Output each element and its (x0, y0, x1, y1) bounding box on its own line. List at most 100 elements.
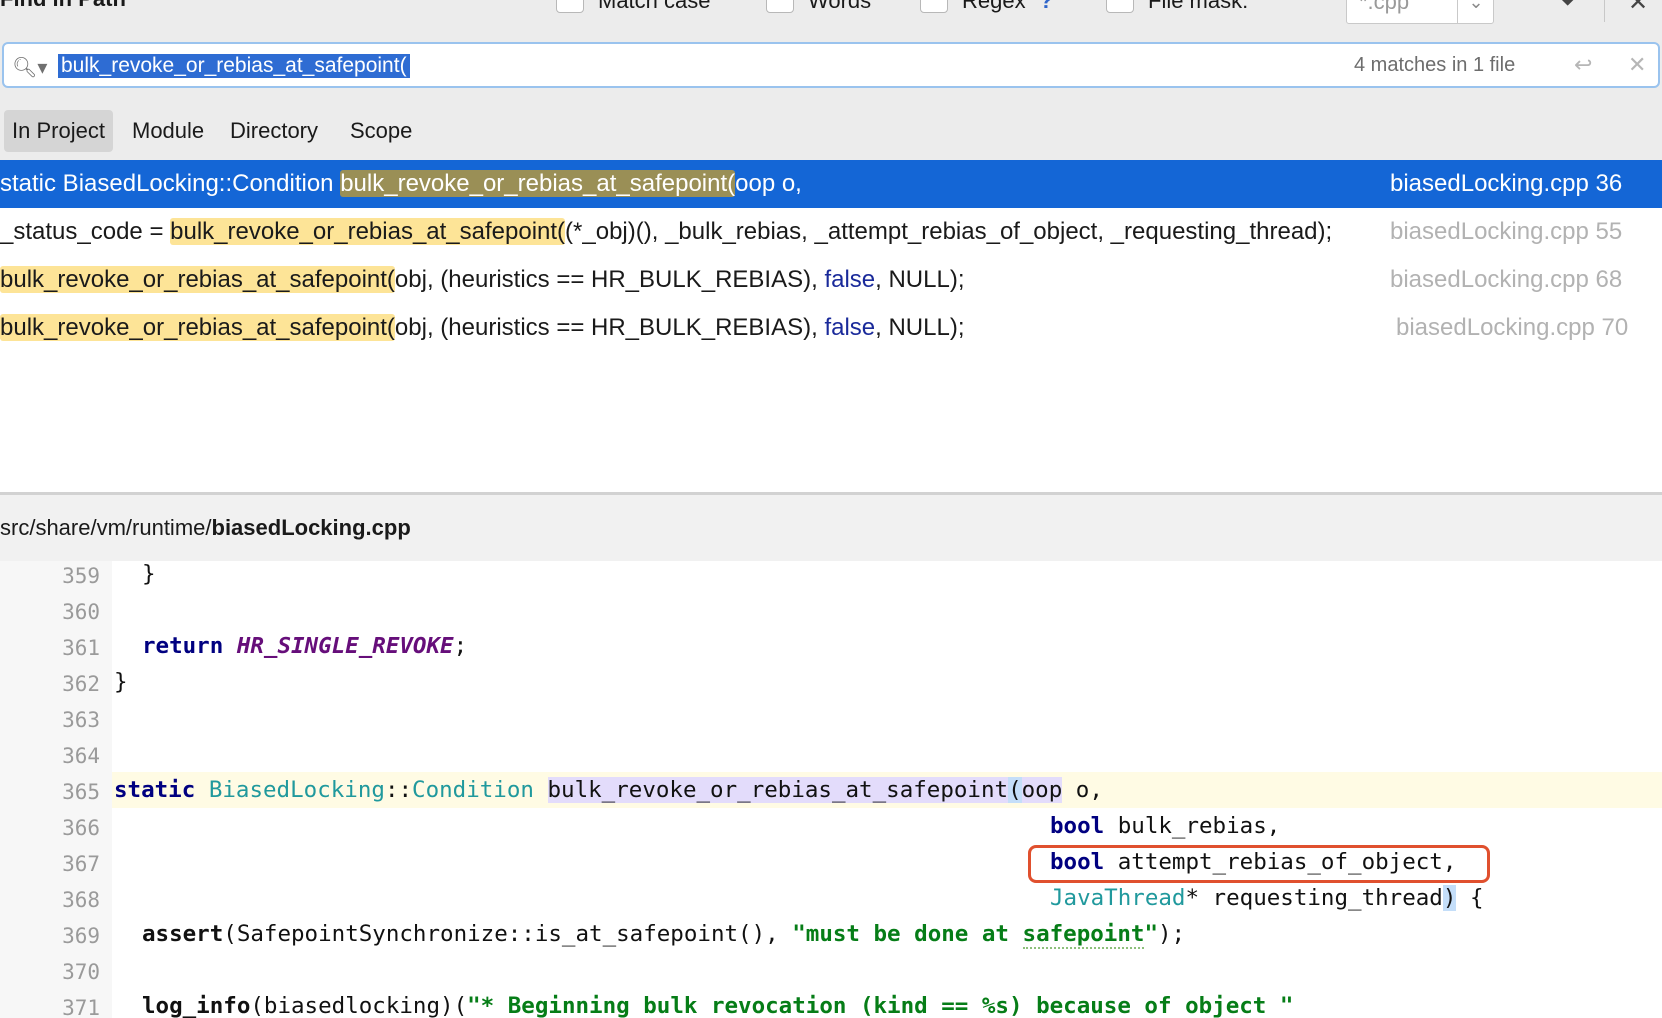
result-row[interactable]: _status_code = bulk_revoke_or_rebias_at_… (0, 208, 1662, 256)
result-prefix: _status_code = (0, 218, 171, 245)
code-token: "must be done at (792, 921, 1023, 947)
words-checkbox[interactable] (766, 0, 794, 13)
new-line-icon[interactable]: ↩ (1574, 52, 1592, 78)
line-number: 362 (62, 672, 100, 696)
result-suffix: obj, (heuristics == HR_BULK_REBIAS), (394, 314, 825, 341)
result-row[interactable]: static BiasedLocking::Condition bulk_rev… (0, 160, 1662, 208)
search-input[interactable]: bulk_revoke_or_rebias_at_safepoint( (58, 54, 410, 78)
result-tail: , NULL); (875, 314, 965, 341)
code-token: "* Beginning bulk revocation (kind == %s… (467, 993, 1294, 1018)
code-line: bool bulk_rebias, (1050, 813, 1280, 839)
code-token: ; (453, 633, 468, 659)
words-option[interactable]: Words (766, 0, 871, 14)
result-match: bulk_revoke_or_rebias_at_safepoint( (340, 170, 736, 197)
result-match: bulk_revoke_or_rebias_at_safepoint( (0, 314, 395, 341)
results-list[interactable]: static BiasedLocking::Condition bulk_rev… (0, 160, 1662, 492)
line-number: 359 (62, 564, 100, 588)
result-keyword: false (824, 314, 876, 341)
line-number: 360 (62, 600, 100, 624)
match-count: 4 matches in 1 file (1354, 54, 1516, 76)
code-token: return (142, 633, 224, 659)
file-mask-checkbox[interactable] (1106, 0, 1134, 13)
code-token: bool (1050, 813, 1105, 839)
result-file: biasedLocking.cpp 55 (1386, 208, 1662, 256)
path-filename: biasedLocking.cpp (211, 515, 411, 540)
code-token: o, (1062, 777, 1103, 803)
preview-file-path: src/share/vm/runtime/biasedLocking.cpp (0, 495, 1662, 561)
regex-label: Regex (962, 0, 1026, 13)
regex-help-link[interactable]: ? (1040, 0, 1053, 14)
line-number: 368 (62, 888, 100, 912)
line-number: 366 (62, 816, 100, 840)
code-token: assert (142, 921, 224, 947)
line-number: 367 (62, 852, 100, 876)
search-icon[interactable]: 🔍︎▾ (12, 55, 47, 80)
code-token: (biasedlocking)( (250, 993, 468, 1018)
file-mask-option[interactable]: File mask: (1106, 0, 1248, 14)
match-case-checkbox[interactable] (556, 0, 584, 13)
result-prefix: static BiasedLocking::Condition (0, 170, 341, 197)
code-token: BiasedLocking (208, 777, 385, 803)
code-line: JavaThread* requesting_thread) { (1050, 885, 1484, 911)
code-token: Condition (412, 777, 534, 803)
code-token: JavaThread (1050, 885, 1186, 911)
result-tail: , NULL); (875, 266, 965, 293)
regex-checkbox[interactable] (920, 0, 948, 13)
words-label: Words (808, 0, 872, 13)
pin-icon[interactable]: ✕ (1628, 0, 1648, 17)
result-keyword: false (824, 266, 876, 293)
result-match: bulk_revoke_or_rebias_at_safepoint( (0, 266, 395, 293)
tab-in-project[interactable]: In Project (4, 110, 113, 152)
path-directory: src/share/vm/runtime/ (0, 515, 212, 540)
line-number: 361 (62, 636, 100, 660)
line-number: 369 (62, 924, 100, 948)
dialog-title: Find in Path (0, 0, 126, 12)
match-case-label: Match case (598, 0, 711, 13)
code-token: bulk_rebias, (1104, 813, 1281, 839)
code-token: log_info (142, 993, 251, 1018)
code-token: ); (1158, 921, 1186, 947)
code-line: assert(SafepointSynchronize::is_at_safep… (142, 921, 1186, 949)
result-row[interactable]: bulk_revoke_or_rebias_at_safepoint(obj, … (0, 304, 1662, 352)
code-token: :: (384, 777, 413, 803)
code-token: " (1144, 921, 1158, 947)
code-token: oop (1021, 777, 1063, 803)
code-token: } (142, 561, 156, 587)
result-file: biasedLocking.cpp 36 (1386, 160, 1662, 208)
code-line: return HR_SINGLE_REVOKE; (142, 633, 467, 659)
tab-module[interactable]: Module (124, 110, 212, 152)
result-row[interactable]: bulk_revoke_or_rebias_at_safepoint(obj, … (0, 256, 1662, 304)
file-mask-value: *.cpp (1359, 0, 1410, 14)
code-line: } (142, 561, 156, 587)
annotation-highlight-box (1028, 845, 1490, 883)
code-token: ) (1442, 885, 1457, 911)
line-number: 363 (62, 708, 100, 732)
line-number: 364 (62, 744, 100, 768)
result-match: bulk_revoke_or_rebias_at_safepoint( (170, 218, 566, 245)
code-token: } (114, 669, 128, 695)
file-mask-combobox[interactable]: *.cpp ⌄ (1346, 0, 1494, 24)
code-token: safepoint (1022, 921, 1145, 949)
chevron-down-icon[interactable]: ⌄ (1457, 0, 1494, 23)
code-token: HR_SINGLE_REVOKE (236, 633, 454, 659)
line-number: 365 (62, 780, 100, 804)
filter-icon[interactable]: ⏷ (1558, 0, 1577, 16)
code-token: { (1456, 885, 1484, 911)
regex-option[interactable]: Regex ? (920, 0, 1053, 14)
code-token: (SafepointSynchronize::is_at_safepoint()… (223, 921, 793, 947)
code-token: ( (1008, 777, 1022, 803)
close-icon[interactable]: ✕ (1628, 52, 1646, 78)
result-file: biasedLocking.cpp 70 (1392, 304, 1662, 352)
code-preview[interactable]: 359 360 361 362 363 364 365 366 367 368 … (0, 561, 1662, 1018)
code-token: static (114, 777, 196, 803)
match-case-option[interactable]: Match case (556, 0, 711, 14)
result-suffix: obj, (heuristics == HR_BULK_REBIAS), (394, 266, 825, 293)
code-line: static BiasedLocking::Condition bulk_rev… (114, 777, 1103, 803)
code-token: bulk_revoke_or_rebias_at_safepoint (547, 777, 1009, 803)
line-number: 370 (62, 960, 100, 984)
result-suffix: oop o, (735, 170, 802, 197)
result-file: biasedLocking.cpp 68 (1386, 256, 1662, 304)
tab-directory[interactable]: Directory (222, 110, 326, 152)
code-token: * requesting_thread (1185, 885, 1443, 911)
tab-scope[interactable]: Scope (342, 110, 420, 152)
